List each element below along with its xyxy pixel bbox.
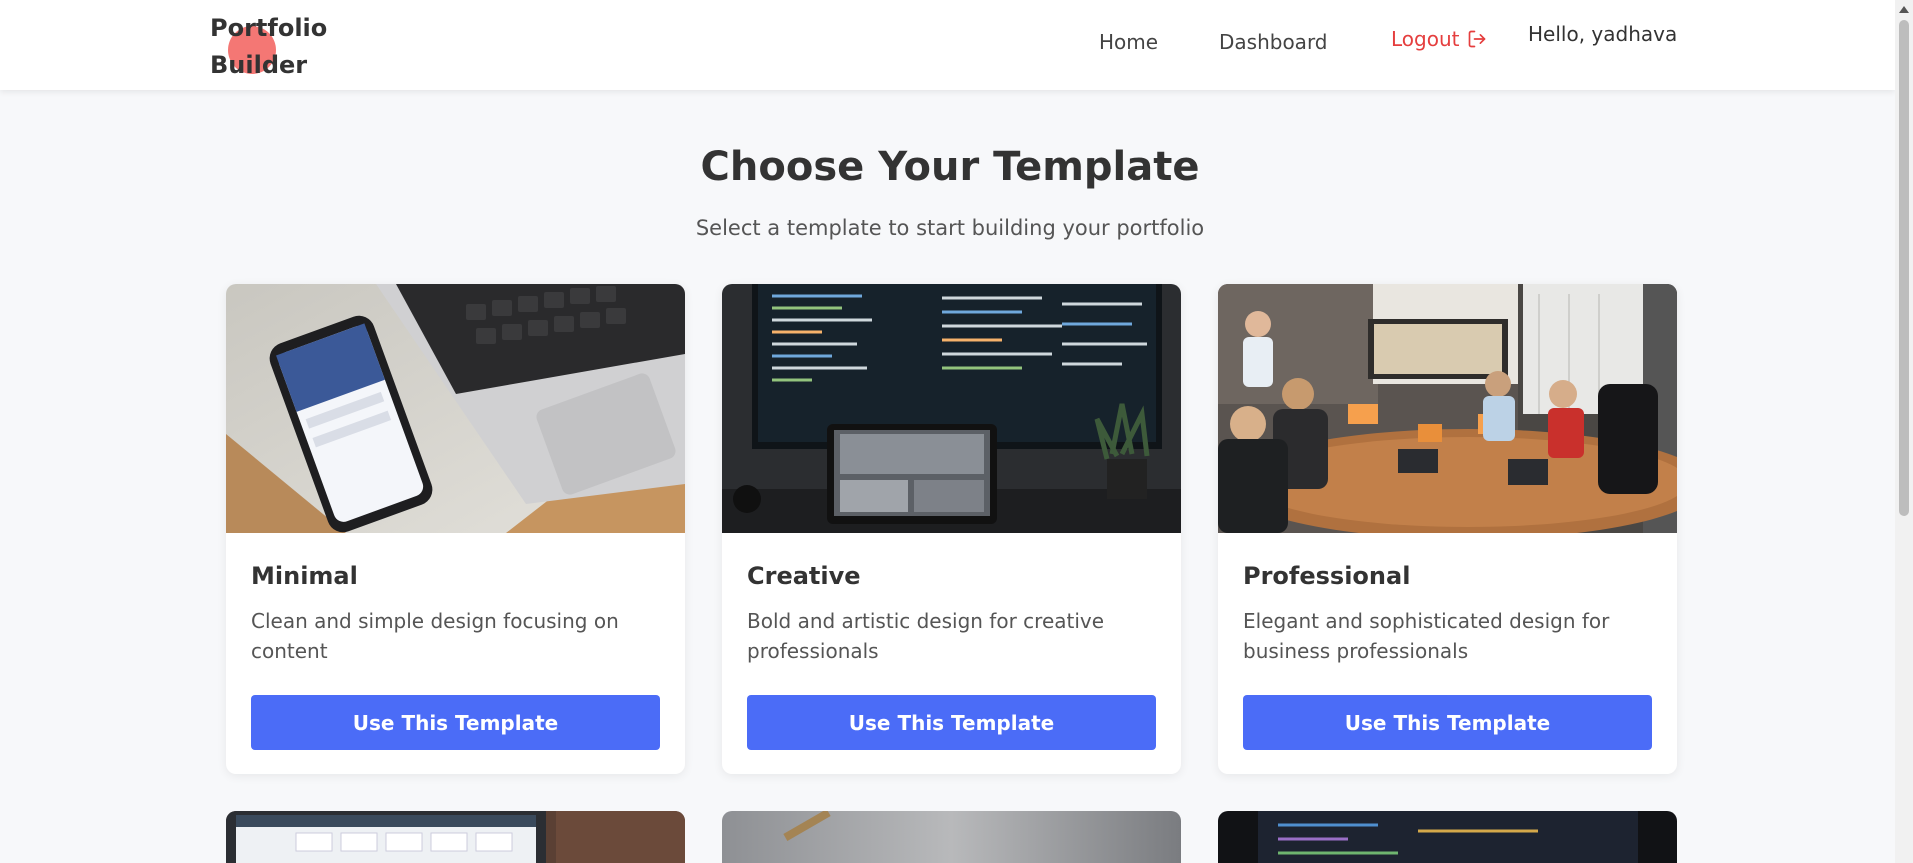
use-template-button-creative[interactable]: Use This Template	[747, 695, 1156, 750]
template-card-peek-4	[226, 811, 685, 863]
logout-link[interactable]: Logout	[1391, 27, 1487, 51]
user-greeting: Hello, yadhava	[1528, 22, 1678, 46]
template-image-professional	[1218, 284, 1677, 533]
use-template-button-professional[interactable]: Use This Template	[1243, 695, 1652, 750]
template-description: Bold and artistic design for creative pr…	[747, 609, 1105, 663]
top-navbar: Portfolio Builder Home Dashboard Logout …	[0, 0, 1895, 90]
page-scrollbar[interactable]	[1895, 0, 1913, 863]
template-description: Clean and simple design focusing on cont…	[251, 609, 619, 663]
logout-icon	[1469, 30, 1486, 48]
scroll-thumb[interactable]	[1899, 20, 1909, 516]
template-card-professional: Professional Elegant and sophisticated d…	[1218, 284, 1677, 774]
template-card-minimal: Minimal Clean and simple design focusing…	[226, 284, 685, 774]
template-card-peek-5	[722, 811, 1181, 863]
template-title: Minimal	[251, 562, 358, 590]
logout-label: Logout	[1391, 27, 1460, 51]
template-card-creative: Creative Bold and artistic design for cr…	[722, 284, 1181, 774]
nav-dashboard-link[interactable]: Dashboard	[1219, 30, 1328, 54]
template-card-peek-6	[1218, 811, 1677, 863]
logo[interactable]: Portfolio Builder	[210, 10, 350, 84]
use-template-button-minimal[interactable]: Use This Template	[251, 695, 660, 750]
template-image-creative	[722, 284, 1181, 533]
template-image-minimal	[226, 284, 685, 533]
logo-line2: Builder	[210, 51, 308, 79]
template-description: Elegant and sophisticated design for bus…	[1243, 609, 1610, 663]
nav-home-link[interactable]: Home	[1099, 30, 1158, 54]
page-title: Choose Your Template	[700, 144, 1200, 190]
template-title: Creative	[747, 562, 861, 590]
page-subtitle: Select a template to start building your…	[695, 216, 1205, 240]
logo-line1: Portfolio	[210, 14, 328, 42]
scroll-up-arrow-icon[interactable]	[1899, 6, 1909, 13]
template-title: Professional	[1243, 562, 1411, 590]
